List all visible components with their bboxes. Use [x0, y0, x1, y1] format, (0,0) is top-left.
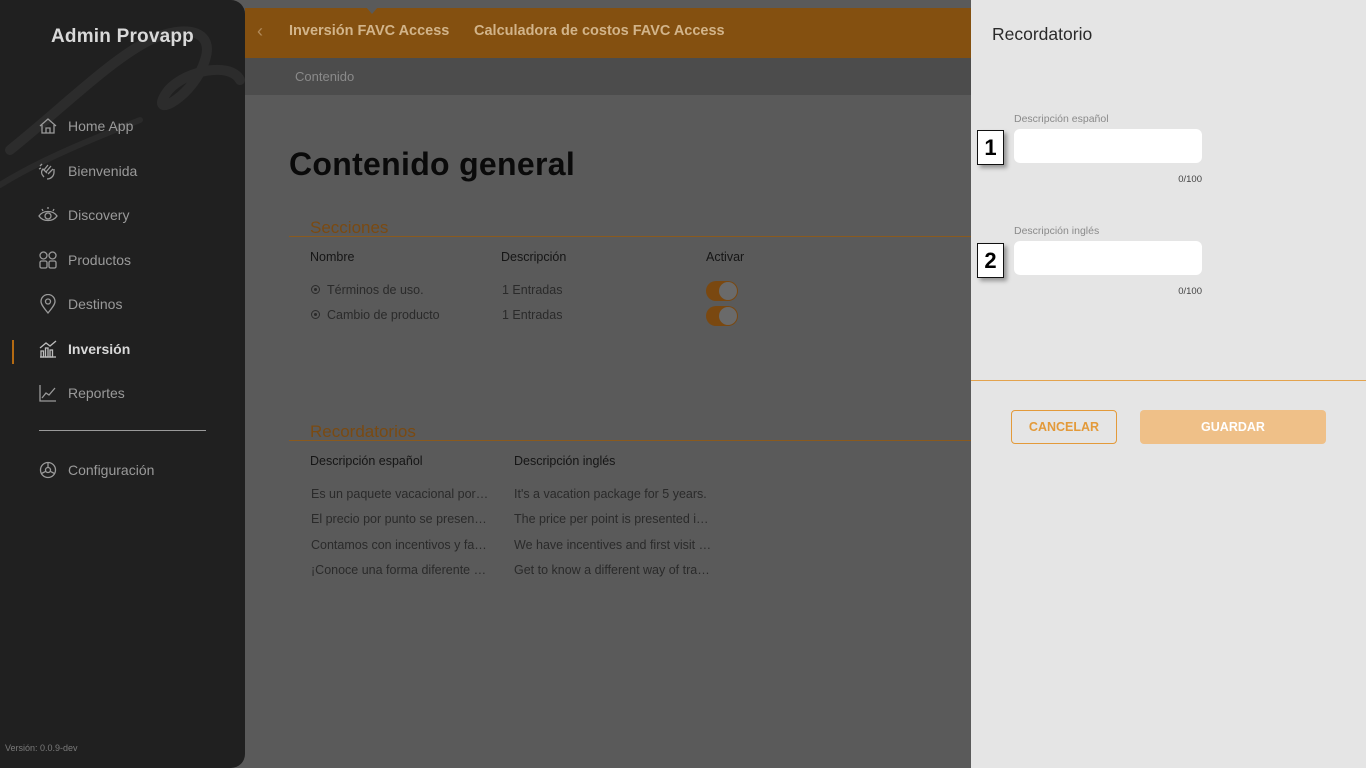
sidebar-item-label: Configuración: [68, 462, 155, 478]
tab-inversion-favc-access[interactable]: Inversión FAVC Access: [289, 23, 449, 39]
version-label: Versión: 0.0.9-dev: [5, 743, 78, 753]
reminder-es: ¡Conoce una forma diferente …: [311, 563, 487, 577]
sidebar-item-inversion[interactable]: Inversión: [38, 337, 130, 361]
column-header-nombre: Nombre: [310, 250, 355, 264]
eye-icon: [38, 207, 58, 222]
sidebar-item-home-app[interactable]: Home App: [38, 114, 133, 138]
section-description: 1 Entradas: [502, 283, 563, 297]
section-name: Cambio de producto: [327, 308, 440, 322]
sidebar-item-label: Bienvenida: [68, 163, 138, 179]
sidebar-item-label: Reportes: [68, 385, 125, 401]
sidebar: Admin Provapp Home App Bienvenida Discov…: [0, 0, 245, 768]
reminder-en: It's a vacation package for 5 years.: [514, 487, 707, 501]
sidebar-item-label: Home App: [68, 118, 134, 134]
reminder-es: El precio por punto se presen…: [311, 512, 487, 526]
reminders-divider: [289, 440, 971, 441]
back-chevron-icon[interactable]: ‹: [257, 21, 263, 42]
sidebar-item-bienvenida[interactable]: Bienvenida: [38, 159, 137, 183]
tab-indicator-notch: [366, 7, 378, 14]
app-root: Admin Provapp Home App Bienvenida Discov…: [0, 0, 1366, 768]
bar-chart-icon: [39, 340, 57, 358]
activate-toggle[interactable]: [706, 281, 738, 301]
grid-icon: [39, 251, 57, 269]
cancel-button[interactable]: CANCELAR: [1011, 410, 1117, 444]
breadcrumb[interactable]: Contenido: [295, 69, 354, 84]
column-header-activar: Activar: [706, 250, 745, 264]
column-header-descripcion-espanol: Descripción español: [310, 454, 423, 468]
char-counter: 0/100: [1178, 286, 1202, 297]
field-label-descripcion-ingles: Descripción inglés: [1014, 225, 1100, 237]
toggle-knob: [719, 282, 737, 300]
reminders-title: Recordatorios: [310, 422, 416, 441]
sidebar-item-reportes[interactable]: Reportes: [38, 381, 125, 405]
sidebar-item-productos[interactable]: Productos: [38, 248, 131, 272]
annotation-marker-2: 2: [977, 243, 1004, 278]
section-description: 1 Entradas: [502, 308, 563, 322]
reminder-en: We have incentives and first visit …: [514, 538, 712, 552]
page-title: Contenido general: [289, 146, 576, 182]
radio-bullet-icon: [311, 285, 320, 294]
brand-title: Admin Provapp: [50, 26, 194, 47]
toggle-knob: [719, 307, 737, 325]
sidebar-item-label: Inversión: [68, 341, 131, 357]
reminder-es: Es un paquete vacacional por…: [311, 487, 489, 501]
sidebar-item-label: Discovery: [68, 207, 130, 223]
reminder-en: Get to know a different way of tra…: [514, 563, 710, 577]
save-button[interactable]: GUARDAR: [1140, 410, 1326, 444]
char-counter: 0/100: [1178, 174, 1202, 185]
sidebar-item-destinos[interactable]: Destinos: [38, 292, 122, 316]
sidebar-divider: [39, 430, 206, 431]
radio-bullet-icon: [311, 310, 320, 319]
sidebar-item-label: Destinos: [68, 296, 123, 312]
activate-toggle[interactable]: [706, 306, 738, 326]
descripcion-espanol-input[interactable]: [1014, 129, 1202, 163]
line-chart-icon: [39, 385, 56, 402]
descripcion-ingles-input[interactable]: [1014, 241, 1202, 275]
top-navigation-bar: ‹ Inversión FAVC Access Calculadora de c…: [245, 7, 971, 58]
map-pin-icon: [40, 294, 56, 314]
reminder-en: The price per point is presented i…: [514, 512, 709, 526]
active-indicator: [12, 340, 14, 364]
reminder-es: Contamos con incentivos y fa…: [311, 538, 487, 552]
field-label-descripcion-espanol: Descripción español: [1014, 113, 1109, 125]
sections-title: Secciones: [310, 218, 389, 237]
sidebar-item-discovery[interactable]: Discovery: [38, 203, 129, 227]
column-header-descripcion: Descripción: [501, 250, 567, 264]
breadcrumb-bar: Contenido: [245, 58, 971, 95]
annotation-marker-1: 1: [977, 130, 1004, 165]
sidebar-item-label: Productos: [68, 252, 132, 268]
home-icon: [39, 118, 57, 134]
drawer-title: Recordatorio: [992, 24, 1093, 44]
gear-icon: [39, 461, 57, 479]
sidebar-item-configuracion[interactable]: Configuración: [38, 458, 154, 482]
drawer-divider: [971, 380, 1366, 381]
sections-divider: [289, 236, 971, 237]
wave-hand-icon: [38, 163, 55, 180]
reminder-drawer: Recordatorio Descripción español 1 0/100…: [971, 0, 1366, 768]
tab-calculadora-costos[interactable]: Calculadora de costos FAVC Access: [474, 23, 725, 39]
column-header-descripcion-ingles: Descripción inglés: [514, 454, 616, 468]
section-name: Términos de uso.: [327, 283, 424, 297]
